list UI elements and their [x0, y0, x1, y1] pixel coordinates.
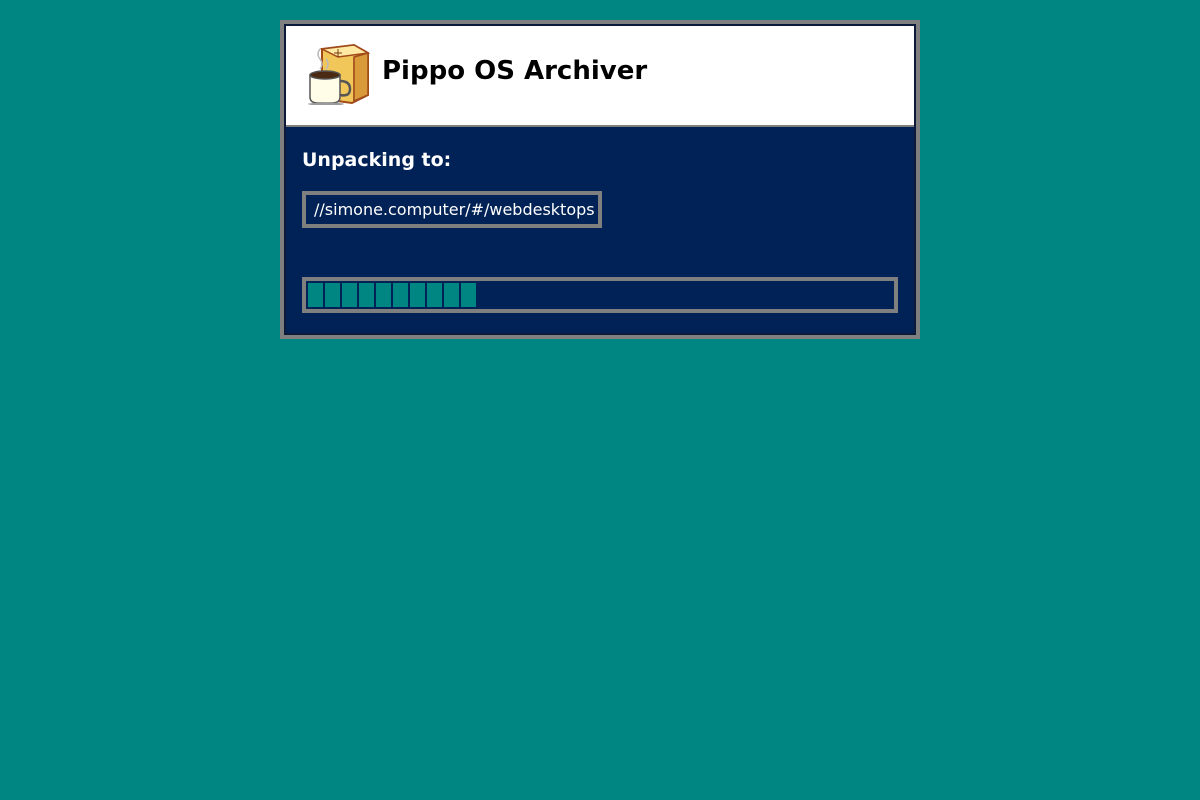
destination-path-field: //simone.computer/#/webdesktops	[302, 191, 602, 228]
coffee-cup-box-icon	[308, 43, 370, 105]
progress-segment	[427, 283, 442, 307]
progress-segment	[461, 283, 476, 307]
archiver-window: Pippo OS Archiver Unpacking to: //simone…	[280, 20, 920, 339]
progress-segment	[308, 283, 323, 307]
window-header: Pippo OS Archiver	[286, 26, 914, 127]
unpacking-to-label: Unpacking to:	[302, 149, 452, 171]
archiver-window-content: Pippo OS Archiver Unpacking to: //simone…	[284, 24, 916, 335]
unpack-progress-bar	[302, 277, 898, 313]
progress-segment	[393, 283, 408, 307]
progress-segment	[410, 283, 425, 307]
progress-segment	[359, 283, 374, 307]
window-body: Unpacking to: //simone.computer/#/webdes…	[286, 127, 914, 333]
progress-segment	[342, 283, 357, 307]
progress-segment	[325, 283, 340, 307]
window-title: Pippo OS Archiver	[382, 56, 648, 86]
progress-segment	[444, 283, 459, 307]
progress-segment	[376, 283, 391, 307]
